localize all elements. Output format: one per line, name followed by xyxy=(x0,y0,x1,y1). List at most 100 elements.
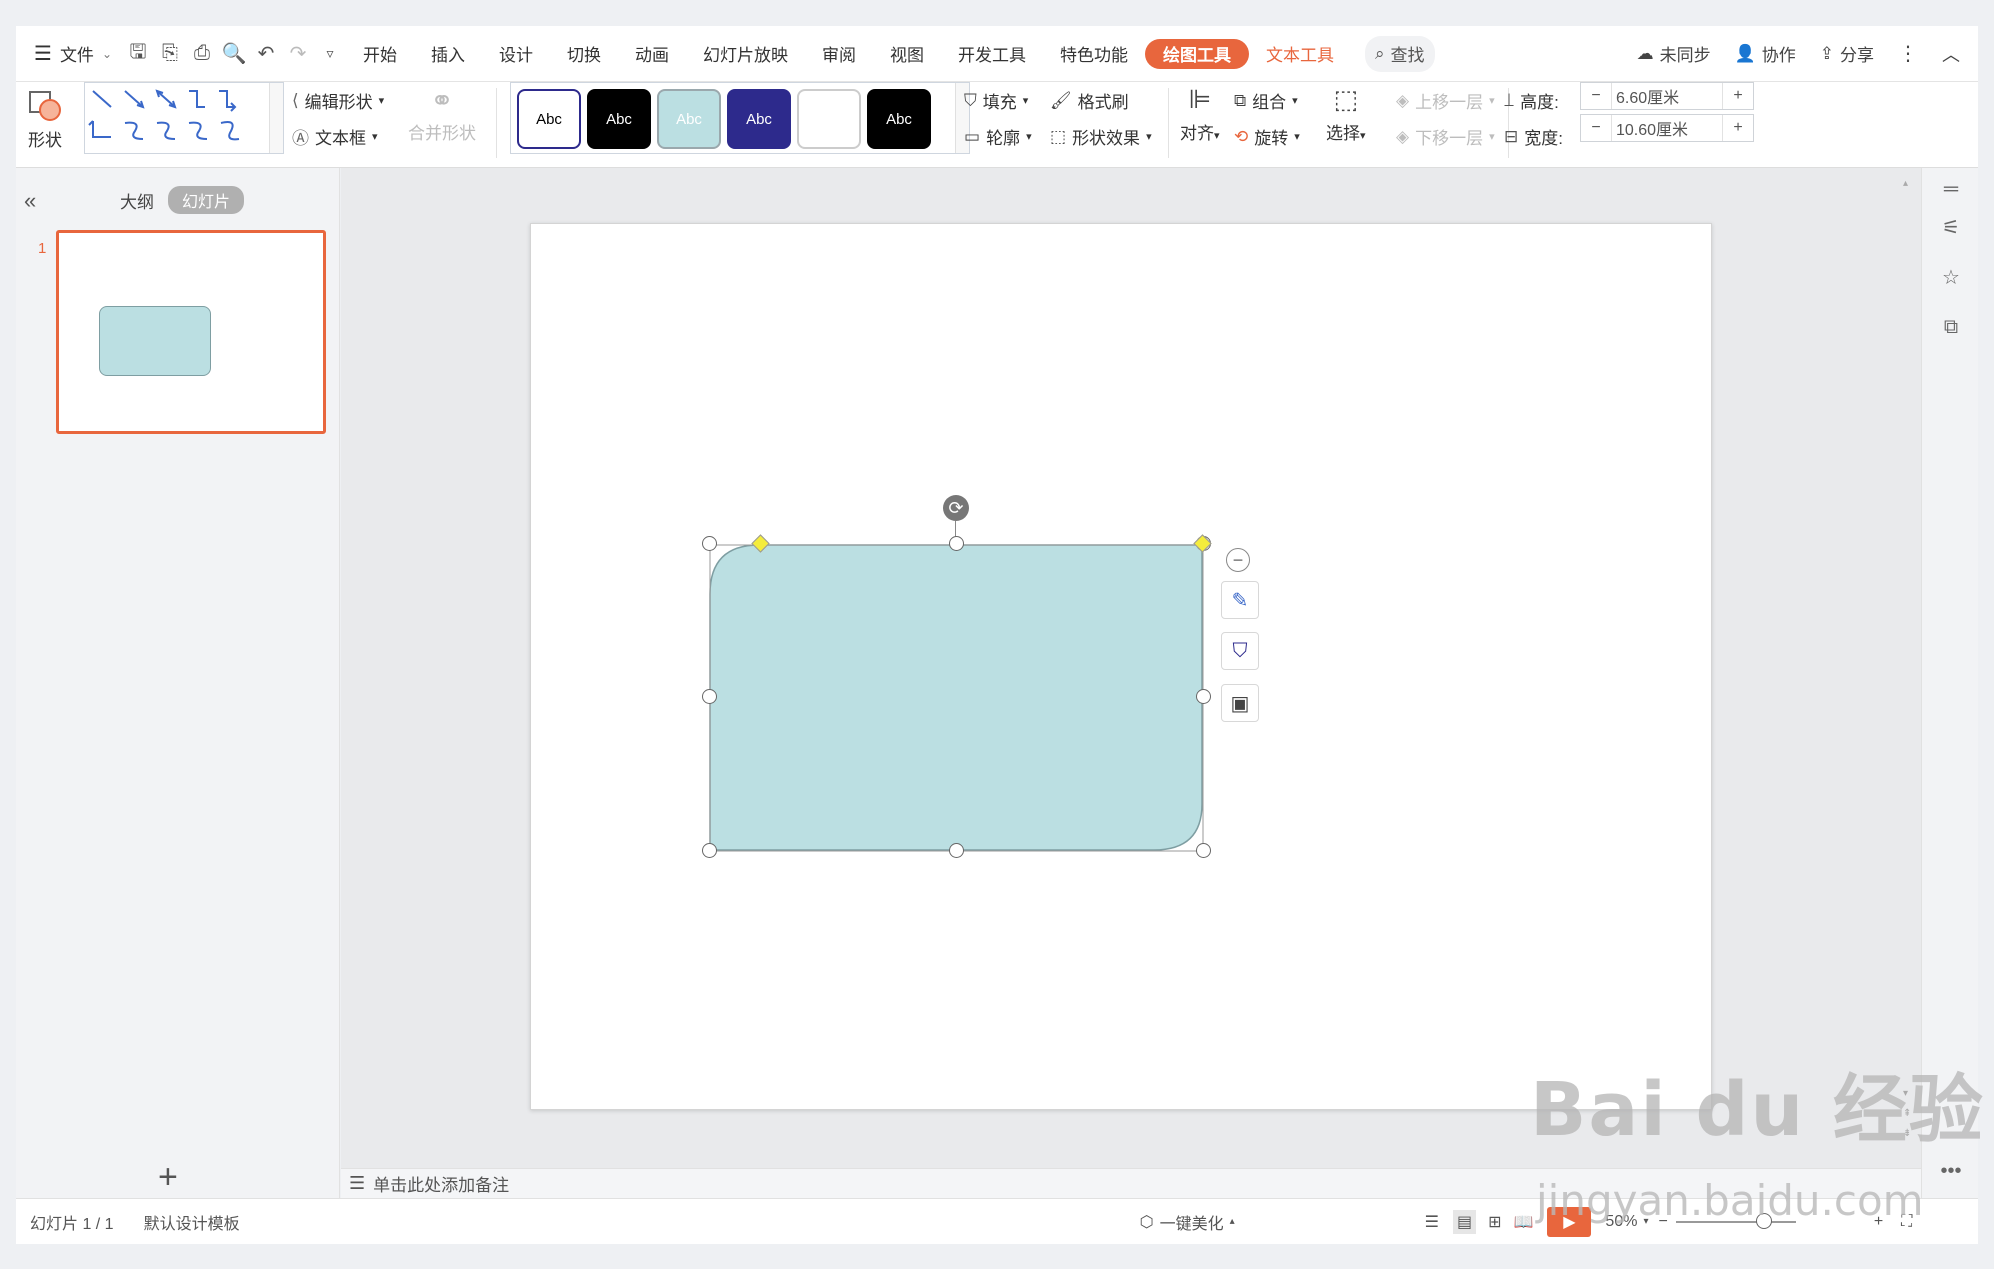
tab-design[interactable]: 设计 xyxy=(482,36,550,72)
sync-button[interactable]: ☁ 未同步 xyxy=(1627,36,1721,72)
resize-handle[interactable] xyxy=(702,689,717,704)
user-icon: 👤 xyxy=(1734,43,1756,63)
line-shapes-icon xyxy=(88,89,240,141)
chevron-down-icon: ▾ xyxy=(378,95,385,107)
search-label: 查找 xyxy=(1390,46,1425,65)
bring-forward-button[interactable]: ◈ 上移一层 ▾ xyxy=(1396,88,1495,113)
group-button[interactable]: ⧉ 组合 ▾ xyxy=(1234,88,1298,113)
file-menu-button[interactable]: ☰ 文件 ⌄ xyxy=(16,36,122,72)
resize-handle[interactable] xyxy=(702,843,717,858)
tab-transitions[interactable]: 切换 xyxy=(550,36,618,72)
resize-handle[interactable] xyxy=(949,843,964,858)
print-preview-icon[interactable]: 🔍 xyxy=(218,38,250,70)
tab-drawing-tools[interactable]: 绘图工具 xyxy=(1145,38,1249,69)
watermark-logo: Bai du 经验 xyxy=(1530,1067,1985,1153)
tab-slides[interactable]: 幻灯片 xyxy=(168,186,245,214)
ribbon-toolbar: 形状 ⟨ 编辑形状 ▾ Ⓐ 文本框 ▾ ⚭ 合并形状 Abc Abc Abc A… xyxy=(16,82,1978,168)
collapse-panel-icon[interactable]: « xyxy=(24,188,36,214)
resize-handle[interactable] xyxy=(702,536,717,551)
normal-view-icon[interactable]: ▤ xyxy=(1452,1209,1477,1234)
outline-button[interactable]: ▭ 轮廓 ▾ xyxy=(964,124,1032,149)
collapse-float-toolbar-icon[interactable]: − xyxy=(1226,548,1250,572)
slide-thumbnail[interactable] xyxy=(56,230,326,434)
shape-style-float-button[interactable]: ✎ xyxy=(1221,581,1259,619)
select-button[interactable]: ⬚ 选择▾ xyxy=(1326,84,1366,144)
redo-icon[interactable]: ↷ xyxy=(282,38,314,70)
tab-developer[interactable]: 开发工具 xyxy=(941,36,1043,72)
merge-shape-label: 合并形状 xyxy=(408,124,476,143)
plus-icon[interactable]: + xyxy=(1723,87,1753,105)
text-box-button[interactable]: Ⓐ 文本框 ▾ xyxy=(292,124,378,149)
style-swatch[interactable]: Abc xyxy=(587,89,651,149)
collapse-ribbon-icon[interactable]: ︿ xyxy=(1932,36,1970,72)
fill-button[interactable]: ⛉ 填充 ▾ xyxy=(964,88,1028,113)
width-stepper[interactable]: − 10.60厘米 + xyxy=(1580,114,1754,142)
tab-outline[interactable]: 大纲 xyxy=(120,188,154,213)
shape-button[interactable]: 形状 xyxy=(28,88,62,151)
share-button[interactable]: ⇪ 分享 xyxy=(1810,36,1884,72)
rounded-rectangle-shape[interactable] xyxy=(709,544,1205,854)
search-button[interactable]: ⌕ 查找 xyxy=(1365,35,1435,72)
shape-effects-button[interactable]: ⬚ 形状效果 ▾ xyxy=(1050,124,1152,149)
tab-view[interactable]: 视图 xyxy=(873,36,941,72)
format-painter-button[interactable]: 🖌 格式刷 xyxy=(1050,88,1129,113)
resize-handle[interactable] xyxy=(1196,689,1211,704)
style-swatch[interactable]: Abc xyxy=(727,89,791,149)
tab-insert[interactable]: 插入 xyxy=(414,36,482,72)
export-icon[interactable]: ⎘ xyxy=(154,38,186,70)
resize-handle[interactable] xyxy=(949,536,964,551)
height-input[interactable]: 6.60厘米 xyxy=(1611,83,1723,109)
beautify-label: 一键美化 xyxy=(1159,1215,1224,1233)
edit-shape-button[interactable]: ⟨ 编辑形状 ▾ xyxy=(292,88,384,113)
width-input[interactable]: 10.60厘米 xyxy=(1611,115,1723,141)
vertical-scrollbar[interactable]: ▴ ▾ ⇞ ⇟ xyxy=(1901,176,1911,1166)
add-slide-button[interactable]: + xyxy=(158,1158,178,1197)
style-swatch[interactable] xyxy=(797,89,861,149)
fill-bucket-icon: ⛉ xyxy=(1232,639,1248,662)
undo-icon[interactable]: ↶ xyxy=(250,38,282,70)
send-backward-button[interactable]: ◈ 下移一层 ▾ xyxy=(1396,124,1495,149)
tab-slideshow[interactable]: 幻灯片放映 xyxy=(686,36,805,72)
gallery-scrollbar[interactable] xyxy=(269,83,283,153)
style-swatch[interactable]: Abc xyxy=(657,89,721,149)
align-button[interactable]: ⊫ 对齐▾ xyxy=(1180,84,1220,144)
tab-text-tools[interactable]: 文本工具 xyxy=(1249,36,1351,72)
merge-shape-button[interactable]: ⚭ 合并形状 xyxy=(408,84,476,144)
print-icon[interactable]: ⎙ xyxy=(186,38,218,70)
tab-home[interactable]: 开始 xyxy=(346,36,414,72)
rotate-handle-icon[interactable]: ⟳ xyxy=(943,495,969,521)
tab-animations[interactable]: 动画 xyxy=(618,36,686,72)
animation-star-icon[interactable]: ☆ xyxy=(1938,264,1964,290)
height-stepper[interactable]: − 6.60厘米 + xyxy=(1580,82,1754,110)
height-label: 高度: xyxy=(1520,93,1559,112)
outline-icon: ▭ xyxy=(964,126,981,146)
shape-style-gallery[interactable]: Abc Abc Abc Abc Abc xyxy=(510,82,970,154)
slide-sorter-icon[interactable]: ⊞ xyxy=(1488,1212,1501,1232)
tab-review[interactable]: 审阅 xyxy=(805,36,873,72)
line-shape-gallery[interactable] xyxy=(84,82,284,154)
properties-icon[interactable]: ⚟ xyxy=(1938,214,1964,240)
tab-features[interactable]: 特色功能 xyxy=(1043,36,1145,72)
customize-quick-access-icon[interactable]: ▿ xyxy=(314,38,346,70)
style-swatch[interactable]: Abc xyxy=(867,89,931,149)
save-icon[interactable]: 🖫 xyxy=(122,38,154,70)
more-options-icon[interactable]: ••• xyxy=(1938,1158,1964,1184)
slide-info: 幻灯片 1 / 1 xyxy=(30,1215,114,1233)
resize-handle[interactable] xyxy=(1196,843,1211,858)
shape-outline-float-button[interactable]: ▣ xyxy=(1221,684,1259,722)
plus-icon[interactable]: + xyxy=(1723,119,1753,137)
rotate-button[interactable]: ⟲ 旋转 ▾ xyxy=(1234,124,1300,149)
more-icon[interactable]: ⋮ xyxy=(1888,36,1928,72)
template-name[interactable]: 默认设计模板 xyxy=(144,1210,240,1234)
notes-toggle-icon[interactable]: ☰ xyxy=(1425,1212,1439,1232)
minus-icon[interactable]: − xyxy=(1581,119,1611,137)
align-label: 对齐 xyxy=(1180,124,1214,143)
drag-handle-icon[interactable]: ═ xyxy=(1938,176,1964,202)
beautify-button[interactable]: ⬡ 一键美化 ▴ xyxy=(1140,1210,1235,1234)
shape-fill-float-button[interactable]: ⛉ xyxy=(1221,632,1259,670)
collab-button[interactable]: 👤 协作 xyxy=(1725,36,1806,72)
transform-icon[interactable]: ⧉ xyxy=(1938,314,1964,340)
reading-view-icon[interactable]: 📖 xyxy=(1514,1212,1534,1232)
minus-icon[interactable]: − xyxy=(1581,87,1611,105)
style-swatch[interactable]: Abc xyxy=(517,89,581,149)
